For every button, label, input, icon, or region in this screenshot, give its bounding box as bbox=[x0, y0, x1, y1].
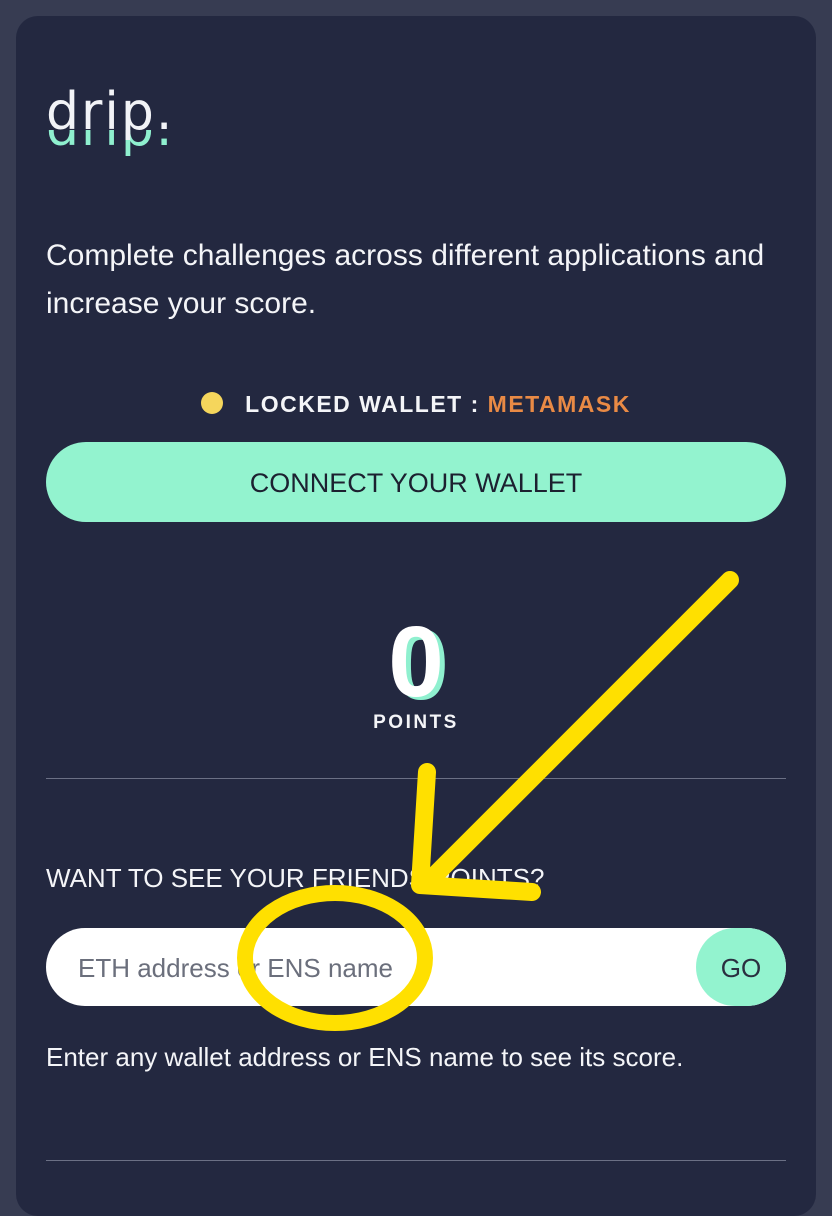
intro-text: Complete challenges across different app… bbox=[46, 239, 765, 320]
wallet-status: LOCKED WALLET : METAMASK bbox=[0, 384, 832, 424]
friend-lookup-heading: WANT TO SEE YOUR FRIENDS POINTS? bbox=[46, 863, 545, 893]
wallet-status-label: LOCKED WALLET : bbox=[245, 391, 480, 417]
wallet-provider: METAMASK bbox=[487, 391, 631, 417]
divider bbox=[46, 778, 786, 779]
address-input[interactable] bbox=[76, 928, 680, 1008]
friend-lookup-field: GO bbox=[46, 928, 786, 1008]
score-value: 0 bbox=[388, 606, 444, 718]
connect-wallet-button[interactable]: CONNECT YOUR WALLET bbox=[46, 442, 786, 522]
lookup-helper-text: Enter any wallet address or ENS name to … bbox=[46, 1042, 684, 1072]
logo-text: drip. bbox=[46, 82, 175, 142]
score-display: 0 bbox=[0, 602, 832, 722]
drip-logo: drip. drip. bbox=[46, 82, 216, 158]
go-button[interactable]: GO bbox=[696, 928, 786, 1006]
divider bbox=[46, 1160, 786, 1161]
score-label: POINTS bbox=[373, 712, 459, 733]
status-dot-icon bbox=[201, 391, 224, 414]
